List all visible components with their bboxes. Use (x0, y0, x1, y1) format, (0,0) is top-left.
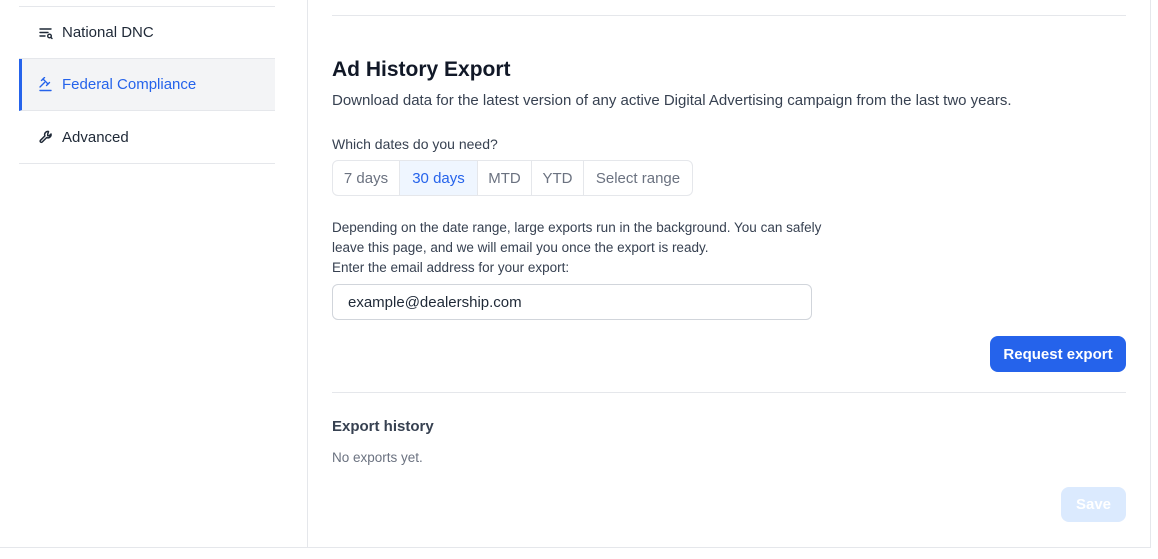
section-description: Download data for the latest version of … (332, 92, 1012, 109)
range-option-select-range[interactable]: Select range (584, 161, 692, 195)
range-option-30-days[interactable]: 30 days (400, 161, 478, 195)
date-range-selector: 7 days 30 days MTD YTD Select range (332, 160, 693, 196)
sidebar-item-federal-compliance[interactable]: Federal Compliance (19, 59, 275, 111)
email-prompt-label: Enter the email address for your export: (332, 260, 570, 275)
section-divider (332, 392, 1126, 393)
export-note-line: leave this page, and we will email you o… (332, 240, 709, 255)
sidebar-item-label: National DNC (62, 24, 154, 41)
gavel-icon (38, 77, 54, 93)
sidebar-item-advanced[interactable]: Advanced (19, 112, 275, 164)
request-export-button[interactable]: Request export (990, 336, 1126, 372)
sidebar-item-label: Federal Compliance (62, 76, 197, 93)
range-option-ytd[interactable]: YTD (532, 161, 584, 195)
wrench-icon (38, 130, 54, 146)
settings-panel: National DNC Federal Compliance Advanced… (0, 0, 1151, 548)
range-option-mtd[interactable]: MTD (478, 161, 532, 195)
range-option-7-days[interactable]: 7 days (333, 161, 400, 195)
export-note: Depending on the date range, large expor… (332, 218, 821, 278)
export-note-line: Depending on the date range, large expor… (332, 220, 822, 235)
export-history-title: Export history (332, 418, 434, 435)
email-field[interactable] (332, 284, 812, 320)
dates-question-label: Which dates do you need? (332, 136, 498, 152)
save-button[interactable]: Save (1061, 487, 1126, 522)
export-history-empty: No exports yet. (332, 450, 423, 465)
section-divider (332, 15, 1126, 16)
ad-history-export-section: Ad History Export Download data for the … (332, 0, 1126, 548)
section-title: Ad History Export (332, 58, 511, 81)
settings-sidebar: National DNC Federal Compliance Advanced (0, 0, 308, 548)
list-filter-icon (38, 25, 54, 41)
sidebar-item-national-dnc[interactable]: National DNC (19, 7, 275, 59)
sidebar-item-label: Advanced (62, 129, 129, 146)
